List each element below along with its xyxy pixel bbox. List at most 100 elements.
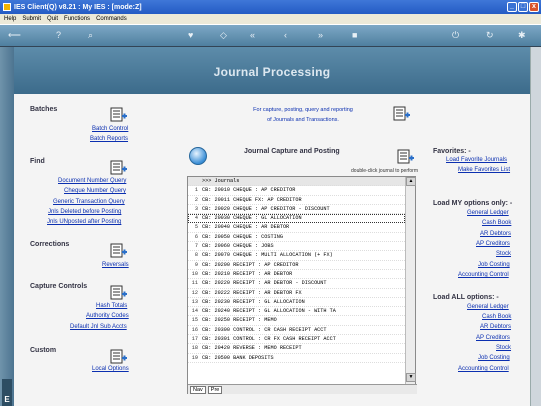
- help-icon[interactable]: ?: [56, 30, 61, 40]
- all-cash-book-link[interactable]: Cash Book: [482, 314, 511, 320]
- menu-functions[interactable]: Functions: [64, 16, 90, 22]
- tab-pre[interactable]: Pre: [207, 385, 223, 394]
- load-favorite-journals-link[interactable]: Load Favorite Journals: [446, 157, 507, 163]
- journal-row-label: CB: 20220 RECEIPT : AR DEBTOR - DISCOUNT: [202, 280, 327, 287]
- journal-row[interactable]: 16 CB: 20300 CONTROL : CR CASH RECEIPT AC…: [188, 326, 405, 336]
- journal-row[interactable]: 15 CB: 20250 RECEIPT : MEMO: [188, 316, 405, 326]
- my-ar-debtors-link[interactable]: AR Debtors: [480, 231, 511, 237]
- journal-row[interactable]: 12 CB: 20222 RECEIPT : AR DEBTOR FX: [188, 289, 405, 298]
- all-accounting-control-link[interactable]: Accounting Control: [458, 366, 509, 372]
- scroll-up-icon[interactable]: ▲: [406, 177, 416, 186]
- toolbar: ⟵ ? ⌕ ♥ ◇ « ‹ » ■ ⏻ ↻ ✱: [0, 25, 541, 47]
- all-ar-debtors-link[interactable]: AR Debtors: [480, 324, 511, 330]
- find-icon: [110, 160, 127, 175]
- batch-control-link[interactable]: Batch Control: [92, 126, 128, 132]
- my-accounting-control-link[interactable]: Accounting Control: [458, 272, 509, 278]
- info-line-2: of Journals and Transactions.: [267, 117, 339, 123]
- journal-row[interactable]: 2 CB: 20011 CHEQUE FX: AP CREDITOR: [188, 196, 405, 205]
- left-rail: E: [0, 47, 14, 406]
- stop-icon[interactable]: ■: [352, 30, 357, 40]
- journal-row-label: CB: 20210 RECEIPT : AR DEBTOR: [202, 270, 293, 277]
- settings-icon[interactable]: ✱: [518, 30, 526, 40]
- journal-row-number: 3: [194, 205, 198, 212]
- journal-row-label: CB: 20300 CONTROL : CR CASH RECEIPT ACCT: [202, 326, 327, 333]
- journal-row-number: 4: [194, 215, 198, 222]
- journal-row[interactable]: 9 CB: 20200 RECEIPT : AP CREDITOR: [188, 261, 405, 270]
- journal-row-label: CB: 20500 BANK DEPOSITS: [202, 354, 274, 361]
- tab-nav[interactable]: Nav: [190, 385, 206, 394]
- journal-row[interactable]: 14 CB: 20240 RECEIPT : GL ALLOCATION - WI…: [188, 307, 405, 317]
- journal-row[interactable]: 7 CB: 20060 CHEQUE : JOBS: [188, 242, 405, 252]
- back-arrows-icon[interactable]: ‹: [284, 30, 287, 40]
- local-options-link[interactable]: Local Options: [92, 366, 129, 372]
- app-icon: [3, 3, 11, 11]
- hash-totals-link[interactable]: Hash Totals: [96, 303, 127, 309]
- journal-row[interactable]: 5 CB: 20040 CHEQUE : AR DEBTOR: [188, 223, 405, 233]
- menu-help[interactable]: Help: [4, 16, 16, 22]
- journal-row-number: 19: [191, 354, 198, 361]
- back-icon[interactable]: ⟵: [8, 30, 21, 40]
- journal-row-label: CB: 20420 REVERSE : MEMO RECEIPT: [202, 345, 302, 352]
- journal-row-number: 2: [194, 196, 198, 203]
- journals-scrollbar[interactable]: ▲ ▼: [405, 177, 416, 384]
- journal-row[interactable]: 18 CB: 20420 REVERSE : MEMO RECEIPT: [188, 344, 405, 354]
- journal-row[interactable]: 3 CB: 20020 CHEQUE : AP CREDITOR - DISCOU…: [188, 205, 405, 215]
- heart-icon[interactable]: ♥: [188, 30, 193, 40]
- menu-commands[interactable]: Commands: [96, 16, 127, 22]
- make-favorites-list-link[interactable]: Make Favorites List: [458, 167, 510, 173]
- journal-row-label: CB: 20060 CHEQUE : JOBS: [202, 243, 274, 250]
- rewind-icon[interactable]: «: [250, 30, 255, 40]
- restore-button[interactable]: □: [518, 2, 528, 12]
- jnls-unposted-link[interactable]: Jnls UNposted after Posting: [47, 219, 121, 225]
- my-general-ledger-link[interactable]: General Ledger: [467, 210, 509, 216]
- jnls-deleted-link[interactable]: Jnls Deleted before Posting: [48, 209, 121, 215]
- info-line-1: For capture, posting, query and reportin…: [253, 107, 353, 113]
- minimize-button[interactable]: _: [507, 2, 517, 12]
- diamond-icon[interactable]: ◇: [220, 30, 227, 40]
- my-ap-creditors-link[interactable]: AP Creditors: [476, 241, 510, 247]
- right-scrollbar[interactable]: [530, 47, 541, 406]
- refresh-icon[interactable]: ↻: [486, 30, 494, 40]
- journal-row[interactable]: 6 CB: 20050 CHEQUE : COSTING: [188, 233, 405, 243]
- journal-row-label: CB: 20230 RECEIPT : GL ALLOCATION: [202, 298, 305, 305]
- my-job-costing-link[interactable]: Job Costing: [478, 262, 510, 268]
- generic-transaction-query-link[interactable]: Generic Transaction Query: [53, 199, 125, 205]
- close-button[interactable]: x: [529, 2, 539, 12]
- journal-row[interactable]: 10 CB: 20210 RECEIPT : AR DEBTOR: [188, 270, 405, 280]
- document-number-query-link[interactable]: Document Number Query: [58, 178, 126, 184]
- journals-list[interactable]: >>> Journals 1 CB: 20010 CHEQUE : AP CRED…: [188, 177, 405, 384]
- menu-quit[interactable]: Quit: [47, 16, 58, 22]
- journal-row[interactable]: 11 CB: 20220 RECEIPT : AR DEBTOR - DISCOU…: [188, 279, 405, 289]
- search-icon[interactable]: ⌕: [88, 30, 93, 40]
- find-title: Find: [30, 158, 45, 165]
- journal-row[interactable]: 17 CB: 20301 CONTROL : CR FX CASH RECEIPT…: [188, 335, 405, 345]
- journal-row[interactable]: 8 CB: 20070 CHEQUE : MULTI ALLOCATION (+ …: [188, 251, 405, 261]
- journal-row[interactable]: 1 CB: 20010 CHEQUE : AP CREDITOR: [188, 186, 405, 196]
- journal-row-label: CB: 20240 RECEIPT : GL ALLOCATION - WITH…: [202, 308, 336, 315]
- scroll-down-icon[interactable]: ▼: [406, 373, 416, 382]
- power-icon[interactable]: ⏻: [452, 30, 459, 40]
- my-cash-book-link[interactable]: Cash Book: [482, 220, 511, 226]
- all-stock-link[interactable]: Stock: [496, 345, 511, 351]
- all-general-ledger-link[interactable]: General Ledger: [467, 304, 509, 310]
- journal-row[interactable]: 13 CB: 20230 RECEIPT : GL ALLOCATION: [188, 298, 405, 308]
- reversals-link[interactable]: Reversals: [102, 262, 129, 268]
- journal-row[interactable]: 19 CB: 20500 BANK DEPOSITS: [188, 354, 405, 363]
- all-job-costing-link[interactable]: Job Costing: [478, 355, 510, 361]
- journal-row[interactable]: 4 CB: 20030 CHEQUE : GL ALLOCATION: [188, 214, 405, 224]
- page-header: Journal Processing: [14, 47, 530, 94]
- journal-row-label: CB: 20010 CHEQUE : AP CREDITOR: [202, 187, 296, 194]
- forward-arrows-icon[interactable]: »: [318, 30, 323, 40]
- batch-reports-link[interactable]: Batch Reports: [90, 136, 128, 142]
- cheque-number-query-link[interactable]: Cheque Number Query: [64, 188, 126, 194]
- page-title: Journal Processing: [213, 65, 331, 79]
- default-jnl-sub-accts-link[interactable]: Default Jnl Sub Accts: [70, 324, 127, 330]
- authority-codes-link[interactable]: Authority Codes: [86, 313, 129, 319]
- menu-submit[interactable]: Submit: [22, 16, 41, 22]
- my-stock-link[interactable]: Stock: [496, 251, 511, 257]
- menu-bar: Help Submit Quit Functions Commands: [0, 14, 541, 24]
- journal-row-label: CB: 20250 RECEIPT : MEMO: [202, 317, 277, 324]
- journals-panel: >>> Journals 1 CB: 20010 CHEQUE : AP CRED…: [187, 176, 417, 394]
- journal-row-number: 13: [191, 298, 198, 305]
- all-ap-creditors-link[interactable]: AP Creditors: [476, 335, 510, 341]
